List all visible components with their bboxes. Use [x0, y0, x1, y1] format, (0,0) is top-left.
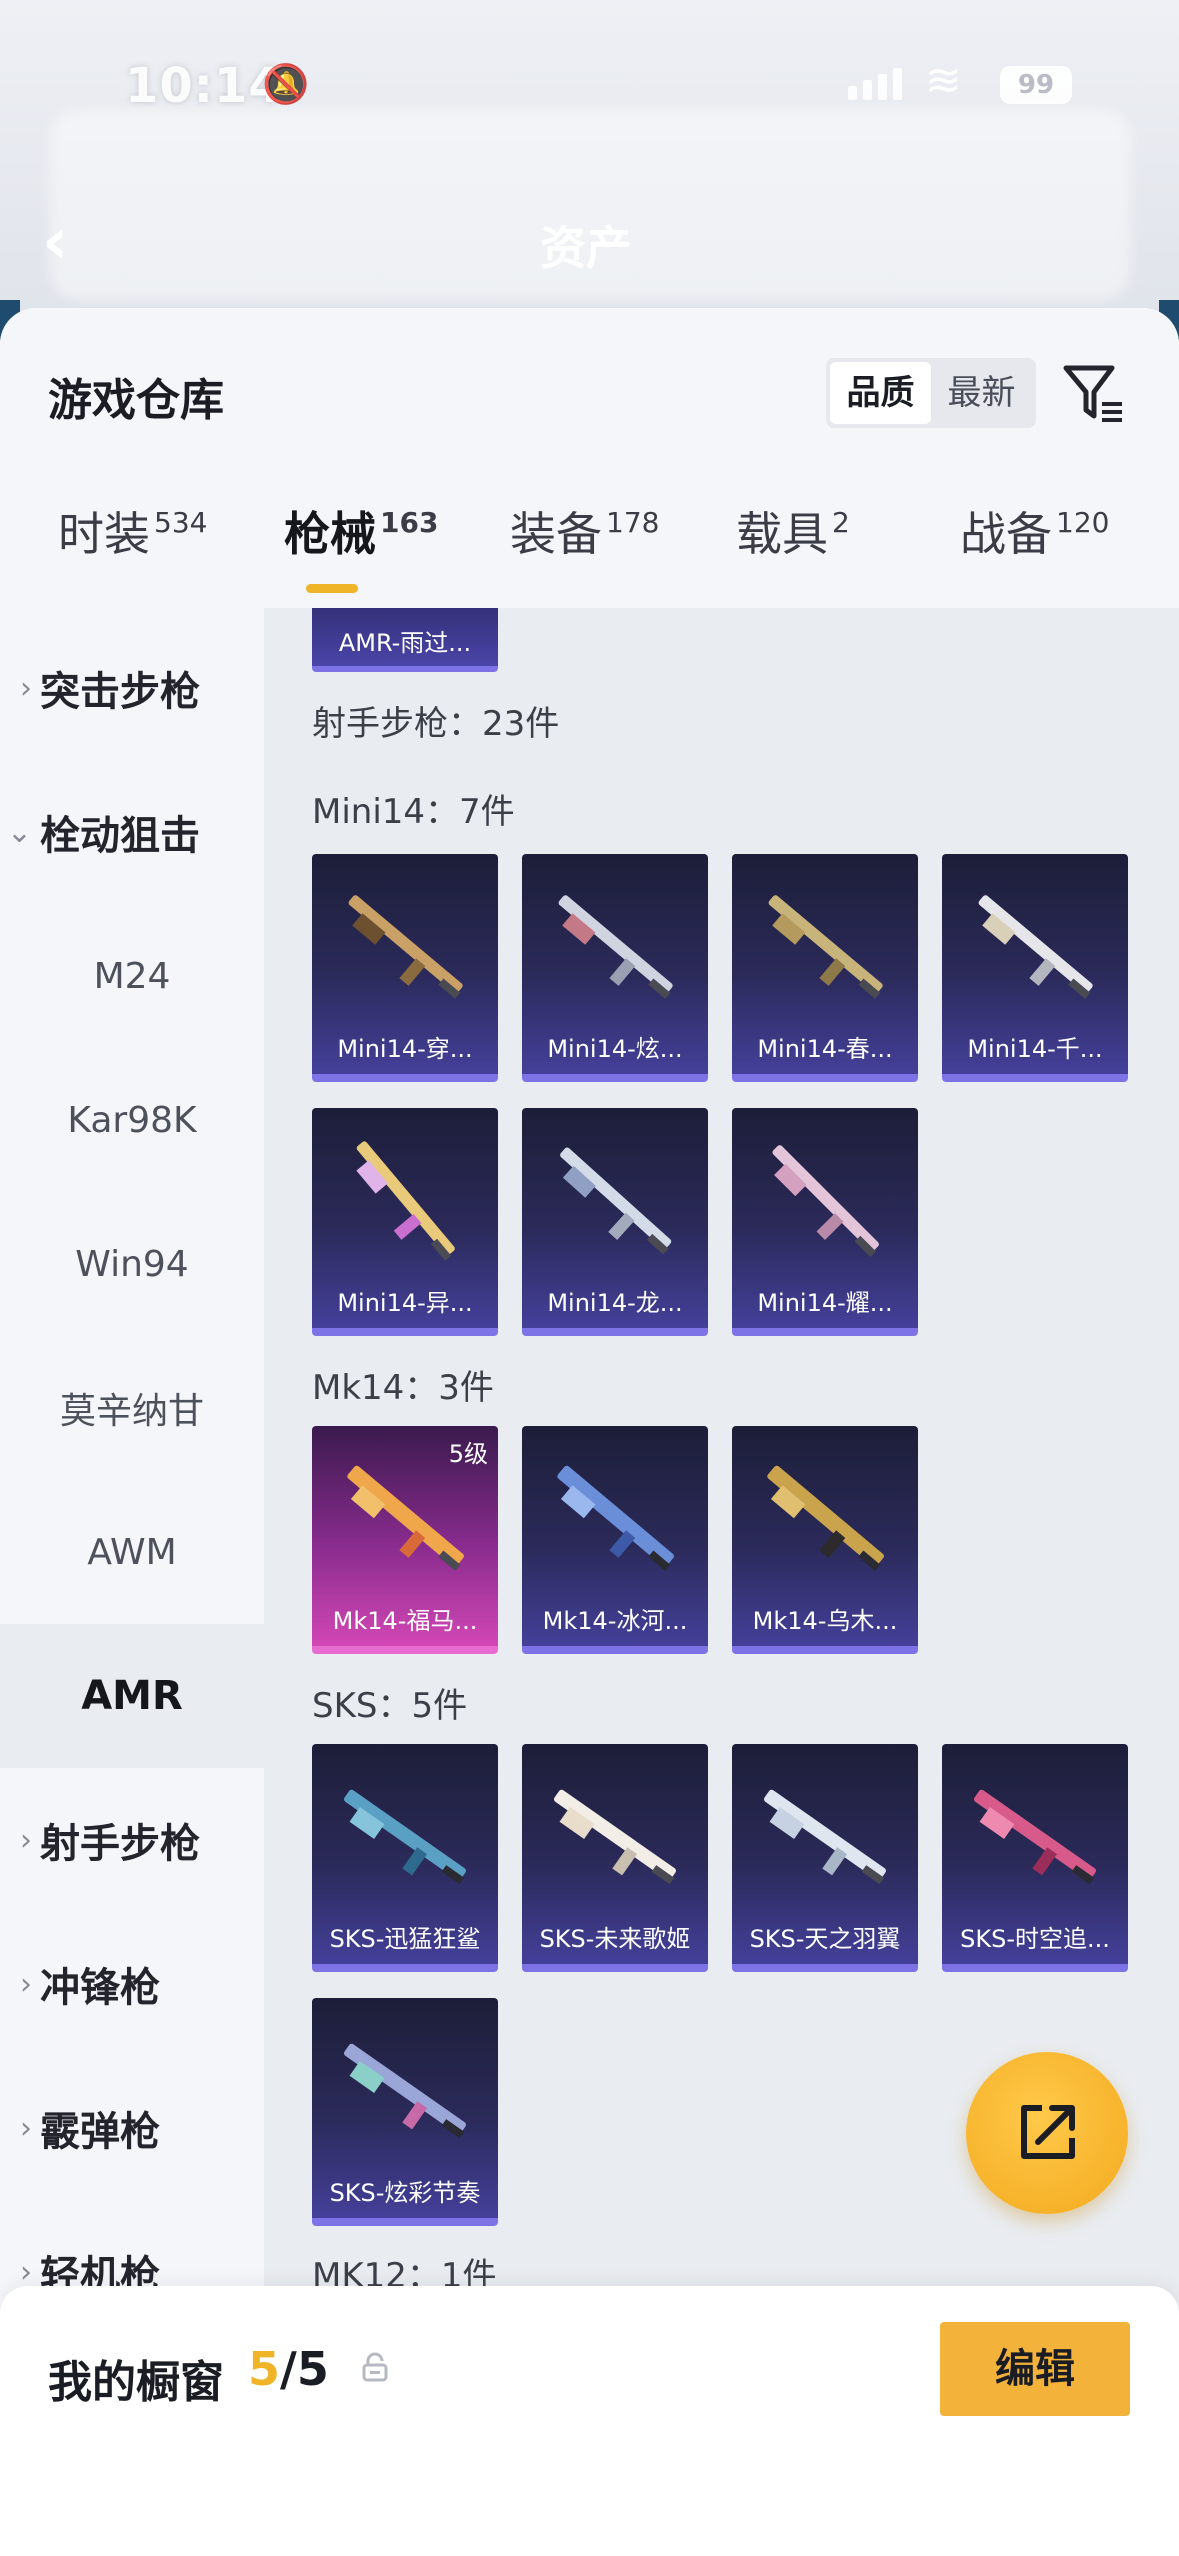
skin-name: SKS-炫彩节奏	[329, 2179, 481, 2207]
wifi-icon: ≋	[925, 55, 962, 106]
skin-card[interactable]: SKS-炫彩节奏	[312, 1998, 498, 2226]
chevron-right-icon: ›	[20, 2110, 32, 2146]
sidebar-item-marksman-rifles[interactable]: › 射手步枪	[0, 1768, 264, 1912]
level-badge: 5级	[448, 1440, 488, 1468]
skin-card[interactable]: Mini14-耀...	[732, 1108, 918, 1336]
skin-name: Mk14-乌木...	[752, 1607, 898, 1635]
tab-supplies[interactable]: 战备 120	[960, 498, 1109, 564]
edit-button[interactable]: 编辑	[940, 2322, 1130, 2416]
sidebar-item-kar98k[interactable]: Kar98K	[0, 1048, 264, 1192]
skin-card[interactable]: SKS-时空追...	[942, 1744, 1128, 1972]
active-tab-indicator	[306, 584, 358, 593]
rifle-icon	[560, 1147, 672, 1255]
rifle-icon	[768, 895, 883, 999]
tab-firearms[interactable]: 枪械 163	[284, 498, 438, 564]
skin-card[interactable]: 5级 Mk14-福马...	[312, 1426, 498, 1654]
sidebar-item-mosin[interactable]: 莫辛纳甘	[0, 1336, 264, 1480]
chevron-right-icon: ›	[20, 2254, 32, 2290]
skin-card[interactable]: Mini14-穿...	[312, 854, 498, 1082]
signal-icon	[848, 68, 902, 100]
filter-icon[interactable]	[1060, 358, 1130, 428]
skin-name: SKS-未来歌姬	[539, 1925, 691, 1953]
skin-name: SKS-迅猛狂鲨	[329, 1925, 481, 1953]
sort-option-latest[interactable]: 最新	[931, 362, 1032, 424]
skin-card[interactable]: AMR-雨过...	[312, 608, 498, 672]
skin-name: Mk14-冰河...	[542, 1607, 688, 1635]
share-button[interactable]	[966, 2052, 1128, 2214]
skin-card[interactable]: Mini14-炫...	[522, 854, 708, 1082]
skin-card[interactable]: Mk14-冰河...	[522, 1426, 708, 1654]
back-icon[interactable]: ‹	[42, 205, 68, 279]
skin-name: Mini14-炫...	[547, 1035, 683, 1063]
skin-name: Mini14-异...	[337, 1289, 473, 1317]
sidebar-item-assault-rifles[interactable]: › 突击步枪	[0, 616, 264, 760]
lock-icon	[362, 2352, 388, 2382]
chevron-right-icon: ›	[20, 1966, 32, 2002]
skin-card[interactable]: Mk14-乌木...	[732, 1426, 918, 1654]
rifle-icon	[344, 2043, 466, 2139]
chevron-right-icon: ›	[20, 1822, 32, 1858]
page-title: 游戏仓库	[48, 375, 224, 426]
weapon-grid: AMR-雨过... 射手步枪：23件 Mini14：7件 Mini14-穿...…	[264, 608, 1179, 2556]
category-tabs: 时装 534 枪械 163 装备 178 载具 2 战备 120	[0, 498, 1179, 598]
skin-name: Mini14-千...	[967, 1035, 1103, 1063]
group-title: Mk14：3件	[312, 1368, 494, 1408]
status-area	[0, 0, 1179, 330]
skin-card[interactable]: Mini14-千...	[942, 854, 1128, 1082]
skin-name: Mk14-福马...	[332, 1607, 478, 1635]
skin-name: Mini14-春...	[757, 1035, 893, 1063]
rifle-icon	[348, 895, 463, 999]
rifle-icon	[767, 1465, 884, 1571]
weapon-category-sidebar: › 突击步枪 ⌄ 栓动狙击 M24 Kar98K Win94 莫辛纳甘 AWM …	[0, 608, 264, 2556]
skin-name: Mini14-耀...	[757, 1289, 893, 1317]
skin-card[interactable]: Mini14-春...	[732, 854, 918, 1082]
skin-name: Mini14-穿...	[337, 1035, 473, 1063]
rifle-icon	[764, 1789, 886, 1885]
group-title: Mini14：7件	[312, 792, 515, 832]
rifle-icon	[554, 1789, 676, 1885]
showcase-bar: 我的橱窗 5/5 编辑	[0, 2286, 1179, 2556]
sidebar-item-shotguns[interactable]: › 霰弹枪	[0, 2056, 264, 2200]
tab-equipment[interactable]: 装备 178	[510, 498, 659, 564]
skin-name: SKS-时空追...	[960, 1925, 1110, 1953]
warehouse-sheet: 游戏仓库 品质 最新 时装 534 枪械 163 装备 178 载具 2 战备 120 ›…	[0, 308, 1179, 2556]
skin-card[interactable]: SKS-未来歌姬	[522, 1744, 708, 1972]
skin-card[interactable]: SKS-天之羽翼	[732, 1744, 918, 1972]
skin-card[interactable]: SKS-迅猛狂鲨	[312, 1744, 498, 1972]
sort-option-quality[interactable]: 品质	[830, 362, 931, 424]
status-time: 10:14	[125, 58, 283, 114]
category-title: 射手步枪：23件	[312, 704, 560, 744]
sidebar-item-amr[interactable]: AMR	[0, 1624, 264, 1768]
sheet-header: 游戏仓库 品质 最新 时装 534 枪械 163 装备 178 载具 2 战备 120	[0, 308, 1179, 608]
sort-toggle: 品质 最新	[826, 358, 1036, 428]
tab-fashion[interactable]: 时装 534	[58, 498, 207, 564]
skin-name: Mini14-龙...	[547, 1289, 683, 1317]
rifle-icon	[558, 895, 673, 999]
rifle-icon	[356, 1141, 455, 1261]
chevron-right-icon: ›	[20, 670, 32, 706]
sidebar-item-bolt-action[interactable]: ⌄ 栓动狙击	[0, 760, 264, 904]
nav-title: 资产	[540, 221, 632, 275]
skin-name: AMR-雨过...	[338, 629, 472, 657]
rifle-icon	[974, 1789, 1096, 1885]
mute-bell-icon: 🔕	[262, 62, 310, 106]
showcase-label: 我的橱窗	[48, 2357, 224, 2408]
tab-vehicles[interactable]: 载具 2	[736, 498, 850, 564]
rifle-icon	[772, 1145, 879, 1257]
rifle-icon	[344, 1789, 466, 1885]
skin-name: SKS-天之羽翼	[749, 1925, 901, 1953]
group-title: SKS：5件	[312, 1686, 468, 1726]
skin-card[interactable]: Mini14-龙...	[522, 1108, 708, 1336]
battery-indicator: 99	[1000, 66, 1072, 104]
rifle-icon	[557, 1465, 674, 1571]
sidebar-item-m24[interactable]: M24	[0, 904, 264, 1048]
showcase-count: 5/5	[248, 2342, 329, 2396]
sidebar-item-awm[interactable]: AWM	[0, 1480, 264, 1624]
skin-card[interactable]: Mini14-异...	[312, 1108, 498, 1336]
rifle-icon	[978, 895, 1093, 999]
chevron-down-icon: ⌄	[6, 814, 32, 850]
sidebar-item-win94[interactable]: Win94	[0, 1192, 264, 1336]
sidebar-item-smg[interactable]: › 冲锋枪	[0, 1912, 264, 2056]
share-icon	[1021, 2105, 1075, 2159]
